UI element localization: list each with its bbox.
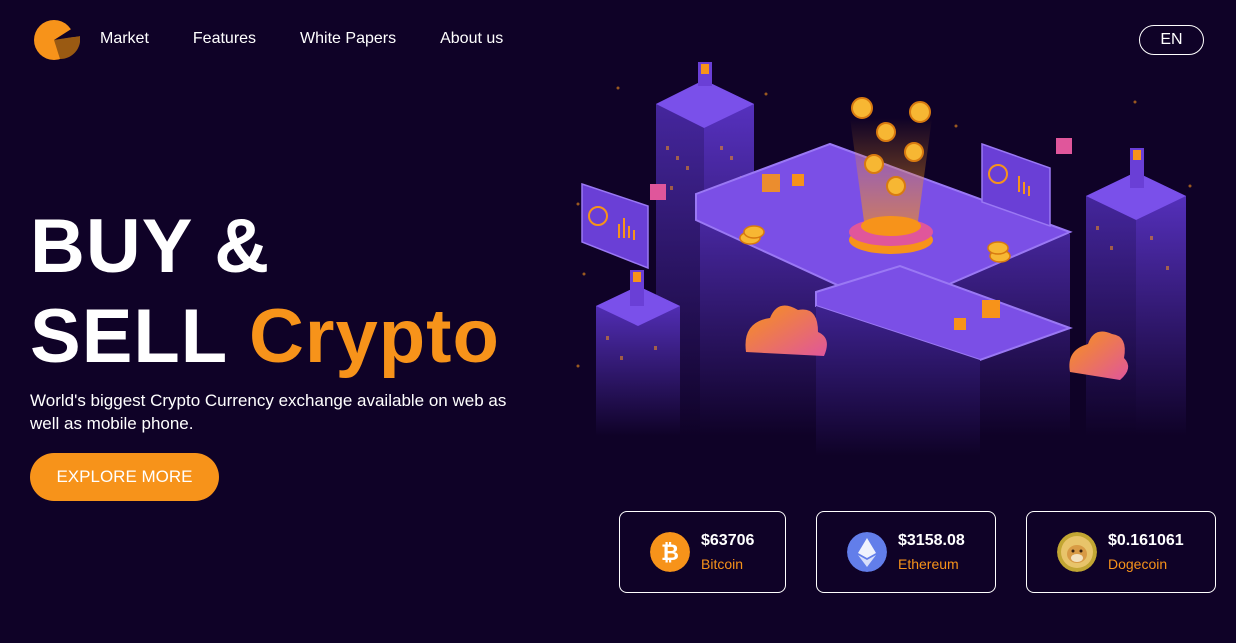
ticker-text: $3158.08 Ethereum <box>898 532 965 572</box>
ticker-price: $3158.08 <box>898 532 965 549</box>
hero-subtitle: World's biggest Crypto Currency exchange… <box>30 391 507 433</box>
ticker-name: Bitcoin <box>701 556 744 572</box>
ethereum-icon <box>847 532 887 572</box>
ticker-card-ethereum[interactable]: $3158.08 Ethereum <box>816 511 996 593</box>
ticker-name: Ethereum <box>898 556 959 572</box>
crypto-city-illustration <box>576 62 1192 456</box>
brand-logo[interactable] <box>32 16 80 60</box>
svg-text:₿: ₿ <box>661 540 679 565</box>
nav-white-papers[interactable]: White Papers <box>300 30 396 48</box>
main-nav: Market Features White Papers About us <box>100 30 547 48</box>
ticker-name: Dogecoin <box>1108 556 1168 572</box>
dogecoin-icon <box>1057 532 1097 572</box>
bitcoin-icon: ₿ <box>650 532 690 572</box>
hero-title-line2: SELL <box>30 294 227 379</box>
ticker-price: $0.161061 <box>1108 532 1184 549</box>
hero-title: BUY & SELL Crypto <box>30 202 500 382</box>
nav-features[interactable]: Features <box>193 30 256 48</box>
language-selector[interactable]: EN <box>1139 25 1204 55</box>
hero-title-accent: Crypto <box>248 294 500 379</box>
ticker-text: $0.161061 Dogecoin <box>1108 532 1184 572</box>
nav-about-us[interactable]: About us <box>440 30 503 48</box>
nav-market[interactable]: Market <box>100 30 149 48</box>
ticker-card-dogecoin[interactable]: $0.161061 Dogecoin <box>1026 511 1216 593</box>
ticker-text: $63706 Bitcoin <box>701 532 754 572</box>
ticker-price: $63706 <box>701 532 755 549</box>
ticker-card-bitcoin[interactable]: ₿ $63706 Bitcoin <box>619 511 786 593</box>
explore-more-button[interactable]: EXPLORE MORE <box>30 453 219 501</box>
hero-title-line1: BUY & <box>30 204 271 289</box>
